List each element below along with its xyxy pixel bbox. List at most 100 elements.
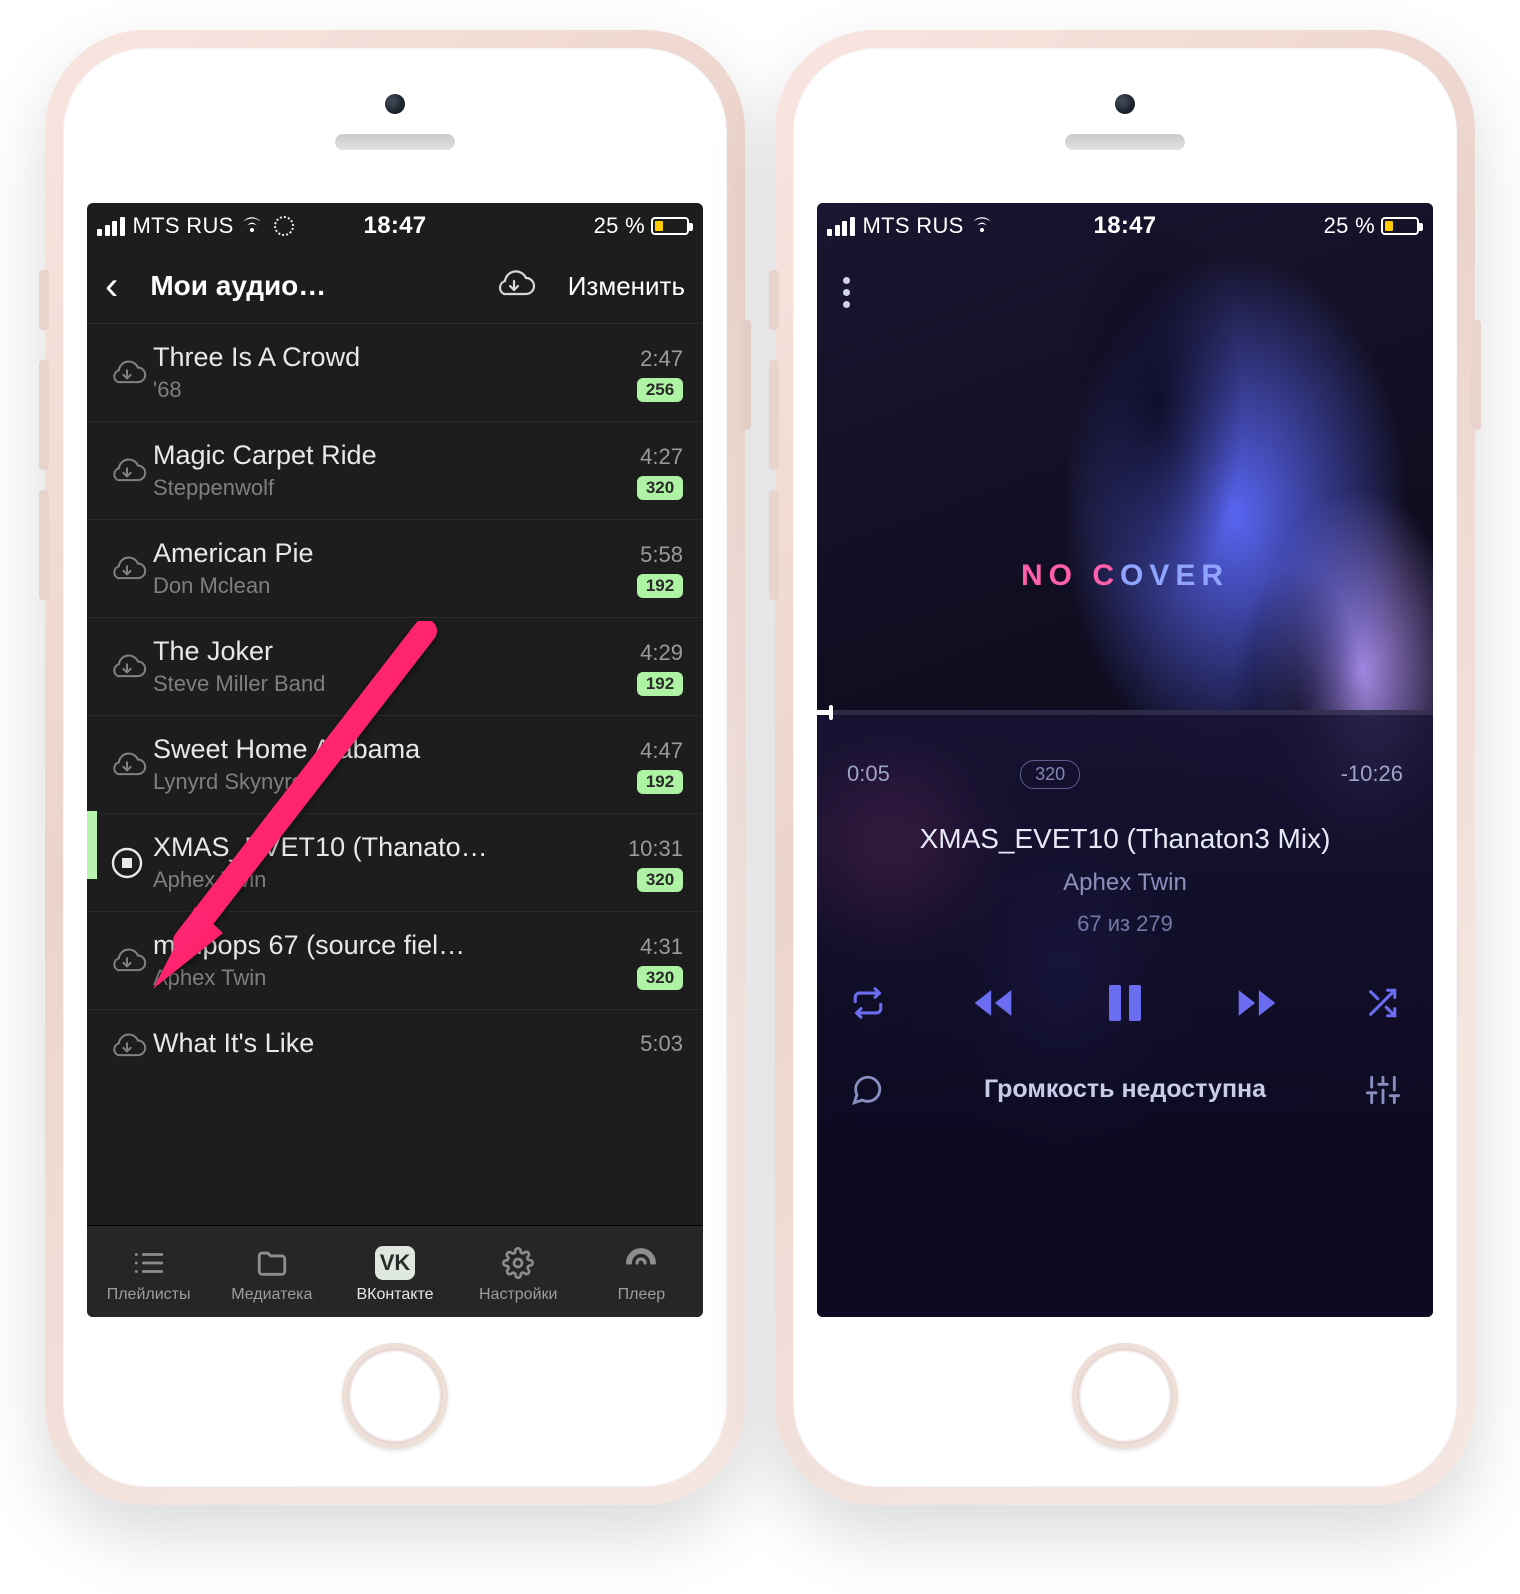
battery-percent: 25 % [594, 213, 645, 239]
screen-list: MTS RUS 18:47 25 % ‹ Мои аудио… [87, 203, 703, 1317]
bitrate-badge: 320 [637, 476, 683, 500]
no-cover-label: NO COVER [817, 559, 1433, 593]
status-bar: MTS RUS 18:47 25 % [87, 203, 703, 249]
track-artist: Steve Miller Band [153, 671, 625, 697]
wifi-icon [240, 213, 264, 239]
previous-button[interactable] [971, 981, 1015, 1025]
track-title: Three Is A Crowd [153, 342, 625, 373]
phone-left: MTS RUS 18:47 25 % ‹ Мои аудио… [45, 30, 745, 1505]
home-button[interactable] [342, 1343, 448, 1449]
next-button[interactable] [1235, 981, 1279, 1025]
signal-icon [97, 217, 125, 236]
home-button[interactable] [1072, 1343, 1178, 1449]
track-duration: 2:47 [637, 346, 683, 372]
tab-icon [132, 1245, 166, 1281]
equalizer-button[interactable] [1363, 1073, 1403, 1107]
tab-label: Медиатека [231, 1286, 312, 1304]
shuffle-button[interactable] [1365, 986, 1399, 1020]
time-elapsed: 0:05 [847, 761, 890, 787]
bitrate-badge: 320 [637, 966, 683, 990]
track-title: Magic Carpet Ride [153, 440, 625, 471]
time-remaining: -10:26 [1341, 761, 1403, 787]
track-duration: 4:27 [637, 444, 683, 470]
bitrate-badge: 192 [637, 574, 683, 598]
screen-player: MTS RUS 18:47 25 % NO COVER 0: [817, 203, 1433, 1317]
download-all-button[interactable] [492, 269, 536, 304]
track-artist: Don Mclean [153, 573, 625, 599]
speaker-grille [1065, 134, 1185, 150]
signal-icon [827, 217, 855, 236]
track-row[interactable]: American Pie Don Mclean 5:58 192 [87, 520, 703, 618]
clock: 18:47 [1094, 212, 1157, 240]
volume-row: Громкость недоступна [847, 1073, 1403, 1107]
track-row[interactable]: Sweet Home Alabama Lynyrd Skynyrd 4:47 1… [87, 716, 703, 814]
battery-icon [1381, 217, 1419, 235]
bitrate-badge: 192 [637, 770, 683, 794]
tab-label: Плейлисты [107, 1286, 191, 1304]
player-buttons [847, 979, 1403, 1027]
track-duration: 4:47 [637, 738, 683, 764]
track-row[interactable]: XMAS_EVET10 (Thanato… Aphex Twin 10:31 3… [87, 814, 703, 912]
track-row[interactable]: Magic Carpet Ride Steppenwolf 4:27 320 [87, 422, 703, 520]
tab-icon [625, 1245, 657, 1281]
navbar: ‹ Мои аудио… Изменить [87, 249, 703, 323]
track-row[interactable]: Three Is A Crowd '68 2:47 256 [87, 324, 703, 422]
bitrate-badge[interactable]: 320 [1020, 760, 1080, 789]
back-button[interactable]: ‹ [105, 264, 118, 309]
tab-label: Плеер [618, 1286, 666, 1304]
pause-button[interactable] [1101, 979, 1149, 1027]
phone-right: MTS RUS 18:47 25 % NO COVER 0: [775, 30, 1475, 1505]
track-artist: Steppenwolf [153, 475, 625, 501]
cloud-download-icon[interactable] [101, 359, 153, 387]
camera-dot [1115, 94, 1135, 114]
track-duration: 4:31 [637, 934, 683, 960]
player-controls-panel: 0:05 320 -10:26 XMAS_EVET10 (Thanaton3 M… [817, 710, 1433, 1317]
tab-icon [502, 1245, 534, 1281]
track-list[interactable]: Three Is A Crowd '68 2:47 256 Magic Carp… [87, 323, 703, 1225]
track-row[interactable]: The Joker Steve Miller Band 4:29 192 [87, 618, 703, 716]
track-duration: 4:29 [637, 640, 683, 666]
list-marker [87, 811, 97, 879]
track-artist: Aphex Twin [153, 965, 625, 991]
progress-bar[interactable] [817, 710, 1433, 715]
tab-плеер[interactable]: Плеер [580, 1226, 703, 1317]
more-options-button[interactable] [843, 277, 850, 308]
wifi-icon [970, 213, 994, 239]
tab-label: ВКонтакте [357, 1286, 434, 1304]
now-playing-icon[interactable] [101, 846, 153, 880]
carrier-label: MTS RUS [133, 213, 234, 239]
page-title: Мои аудио… [150, 270, 326, 302]
repeat-button[interactable] [851, 986, 885, 1020]
bitrate-badge: 256 [637, 378, 683, 402]
track-title: XMAS_EVET10 (Thanato… [153, 832, 616, 863]
track-title: minipops 67 (source fiel… [153, 930, 625, 961]
tab-плейлисты[interactable]: Плейлисты [87, 1226, 210, 1317]
cloud-download-icon[interactable] [101, 653, 153, 681]
track-artist: Lynyrd Skynyrd [153, 769, 625, 795]
tab-настройки[interactable]: Настройки [457, 1226, 580, 1317]
track-row[interactable]: minipops 67 (source fiel… Aphex Twin 4:3… [87, 912, 703, 1010]
cloud-download-icon[interactable] [101, 947, 153, 975]
tab-медиатека[interactable]: Медиатека [210, 1226, 333, 1317]
track-title: Sweet Home Alabama [153, 734, 625, 765]
track-row[interactable]: What It's Like 5:03 [87, 1010, 703, 1069]
track-duration: 5:03 [640, 1031, 683, 1057]
clock: 18:47 [364, 212, 427, 240]
edit-button[interactable]: Изменить [568, 271, 685, 302]
cloud-download-icon[interactable] [101, 457, 153, 485]
track-artist: '68 [153, 377, 625, 403]
now-playing-artist: Aphex Twin [847, 869, 1403, 897]
status-bar: MTS RUS 18:47 25 % [817, 203, 1433, 249]
volume-unavailable-label: Громкость недоступна [907, 1075, 1343, 1104]
tab-вконтакте[interactable]: VK ВКонтакте [333, 1226, 456, 1317]
cloud-download-icon[interactable] [101, 751, 153, 779]
now-playing-title: XMAS_EVET10 (Thanaton3 Mix) [847, 823, 1403, 855]
track-duration: 10:31 [628, 836, 683, 862]
cloud-download-icon[interactable] [101, 1032, 153, 1060]
cloud-download-icon[interactable] [101, 555, 153, 583]
battery-percent: 25 % [1324, 213, 1375, 239]
queue-position: 67 из 279 [847, 911, 1403, 937]
lyrics-button[interactable] [847, 1073, 887, 1107]
track-title: What It's Like [153, 1028, 628, 1059]
carrier-label: MTS RUS [863, 213, 964, 239]
